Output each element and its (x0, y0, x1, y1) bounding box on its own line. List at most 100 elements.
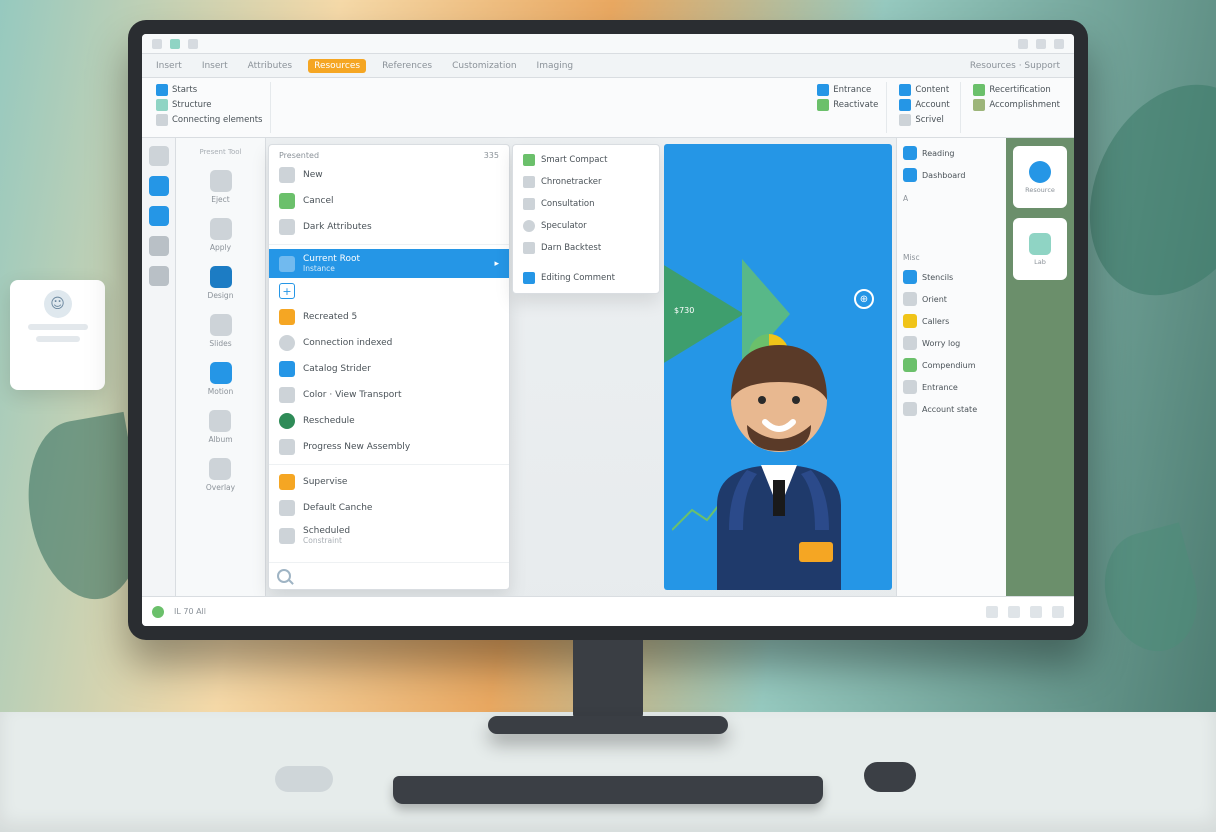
rail-item[interactable]: Motion (208, 362, 233, 396)
home-icon[interactable] (149, 146, 169, 166)
target-icon[interactable]: ⊕ (854, 289, 874, 309)
ribbon-item[interactable]: Scrivel (899, 114, 952, 126)
rail-item[interactable]: Slides (209, 314, 231, 348)
radio-icon (279, 335, 295, 351)
side-card[interactable]: Lab (1013, 218, 1067, 280)
screen: Insert Insert Attributes Resources Refer… (142, 34, 1074, 626)
flyout-item[interactable]: Editing Comment (513, 267, 659, 289)
flyout-item[interactable]: Chronetracker (513, 171, 659, 193)
rail-item[interactable]: Overlay (206, 458, 235, 492)
panel-item-catalog[interactable]: Catalog Strider (269, 356, 509, 382)
ribbon-item[interactable]: Accomplishment (973, 99, 1060, 111)
canvas[interactable]: $730 ⊕ (664, 144, 892, 590)
panel-label: Catalog Strider (303, 364, 371, 374)
layers-icon[interactable] (149, 206, 169, 226)
side-item[interactable]: Compendium (903, 358, 1000, 372)
menu-item[interactable]: Attributes (244, 59, 296, 73)
flyout-item[interactable]: Speculator (513, 215, 659, 237)
monitor-base (488, 716, 728, 734)
ribbon-label: Entrance (833, 85, 871, 95)
menu-item-active[interactable]: Resources (308, 59, 366, 73)
side-item[interactable]: Reading (903, 146, 1000, 160)
rail-item[interactable]: Album (208, 410, 232, 444)
rail-label: Overlay (206, 483, 235, 492)
rail-item[interactable]: Eject (210, 170, 232, 204)
mouse (864, 762, 916, 792)
side-item[interactable]: Orient (903, 292, 1000, 306)
statusbar: IL 70 All (142, 596, 1074, 626)
side-item[interactable]: Callers (903, 314, 1000, 328)
square-icon (210, 266, 232, 288)
separator (269, 244, 509, 245)
panel-label: Supervise (303, 477, 347, 487)
side-item[interactable]: Stencils (903, 270, 1000, 284)
side-item[interactable]: Worry log (903, 336, 1000, 350)
ribbon-item[interactable]: Account (899, 99, 952, 111)
panel-header-count: 335 (484, 151, 499, 160)
ribbon-item[interactable]: Reactivate (817, 99, 878, 111)
rail-label: Design (208, 291, 234, 300)
side-label: Orient (922, 295, 947, 304)
status-icon[interactable] (1008, 606, 1020, 618)
cal-icon (903, 168, 917, 182)
panel-item-connection[interactable]: Connection indexed (269, 330, 509, 356)
panel-item-default[interactable]: Default Canche (269, 495, 509, 521)
key-icon (973, 99, 985, 111)
doc-icon[interactable] (149, 176, 169, 196)
rail-item[interactable]: Apply (210, 218, 232, 252)
flyout-item[interactable]: Smart Compact (513, 149, 659, 171)
menu-item[interactable]: Customization (448, 59, 520, 73)
text-icon[interactable] (149, 266, 169, 286)
floating-profile-card: ☺ (10, 280, 105, 390)
rail-item[interactable]: Design (208, 266, 234, 300)
archive-icon (279, 528, 295, 544)
rail-label: Eject (211, 195, 230, 204)
panel-search[interactable] (269, 562, 509, 589)
ribbon-group: Entrance Reactivate (809, 82, 887, 133)
flyout-label: Speculator (541, 221, 587, 231)
ribbon-item[interactable]: Structure (156, 99, 262, 111)
ribbon-item[interactable]: Entrance (817, 84, 878, 96)
menu-item[interactable]: Insert (152, 59, 186, 73)
flyout-item[interactable]: Darn Backtest (513, 237, 659, 259)
rail-label: Slides (209, 339, 231, 348)
side-heading: A (903, 194, 1000, 203)
side-label: Callers (922, 317, 949, 326)
ribbon-item[interactable]: Starts (156, 84, 262, 96)
align-icon[interactable] (149, 236, 169, 256)
album-icon (209, 410, 231, 432)
menu-item[interactable]: Insert (198, 59, 232, 73)
panel-item-supervise[interactable]: Supervise (269, 469, 509, 495)
side-card[interactable]: Resource (1013, 146, 1067, 208)
ribbon-item[interactable]: Connecting elements (156, 114, 262, 126)
ribbon-item[interactable]: Recertification (973, 84, 1060, 96)
side-item[interactable]: Entrance (903, 380, 1000, 394)
menu-item[interactable]: References (378, 59, 436, 73)
panel-item-plus[interactable]: + (269, 278, 509, 304)
placeholder-line (28, 324, 88, 330)
panel-item-progress[interactable]: Progress New Assembly (269, 434, 509, 460)
panel-label: Scheduled (303, 526, 350, 536)
side-item[interactable]: Account state (903, 402, 1000, 416)
panel-item-color[interactable]: Color · View Transport (269, 382, 509, 408)
panel-item-scheduled[interactable]: Scheduled Constraint (269, 521, 509, 550)
side-item[interactable]: Dashboard (903, 168, 1000, 182)
monitor-bezel: Insert Insert Attributes Resources Refer… (128, 20, 1088, 640)
flyout-item[interactable]: Consultation (513, 193, 659, 215)
status-icon[interactable] (1052, 606, 1064, 618)
panel-label: Connection indexed (303, 338, 392, 348)
menu-item[interactable]: Imaging (533, 59, 578, 73)
ribbon-item[interactable]: Content (899, 84, 952, 96)
status-icon[interactable] (1030, 606, 1042, 618)
panel-item-recreated[interactable]: Recreated 5 (269, 304, 509, 330)
panel-item-current-root[interactable]: Current Root Instance ▸ (269, 249, 509, 278)
panel-label: New (303, 170, 323, 180)
ribbon-label: Starts (172, 85, 197, 95)
status-icon[interactable] (986, 606, 998, 618)
panel-item-dark[interactable]: Dark Attributes (269, 214, 509, 240)
panel-item-cancel[interactable]: Cancel (269, 188, 509, 214)
dot-icon (523, 220, 535, 232)
panel-item-reschedule[interactable]: Reschedule (269, 408, 509, 434)
portrait-icon (1029, 161, 1051, 183)
panel-item-new[interactable]: New (269, 162, 509, 188)
